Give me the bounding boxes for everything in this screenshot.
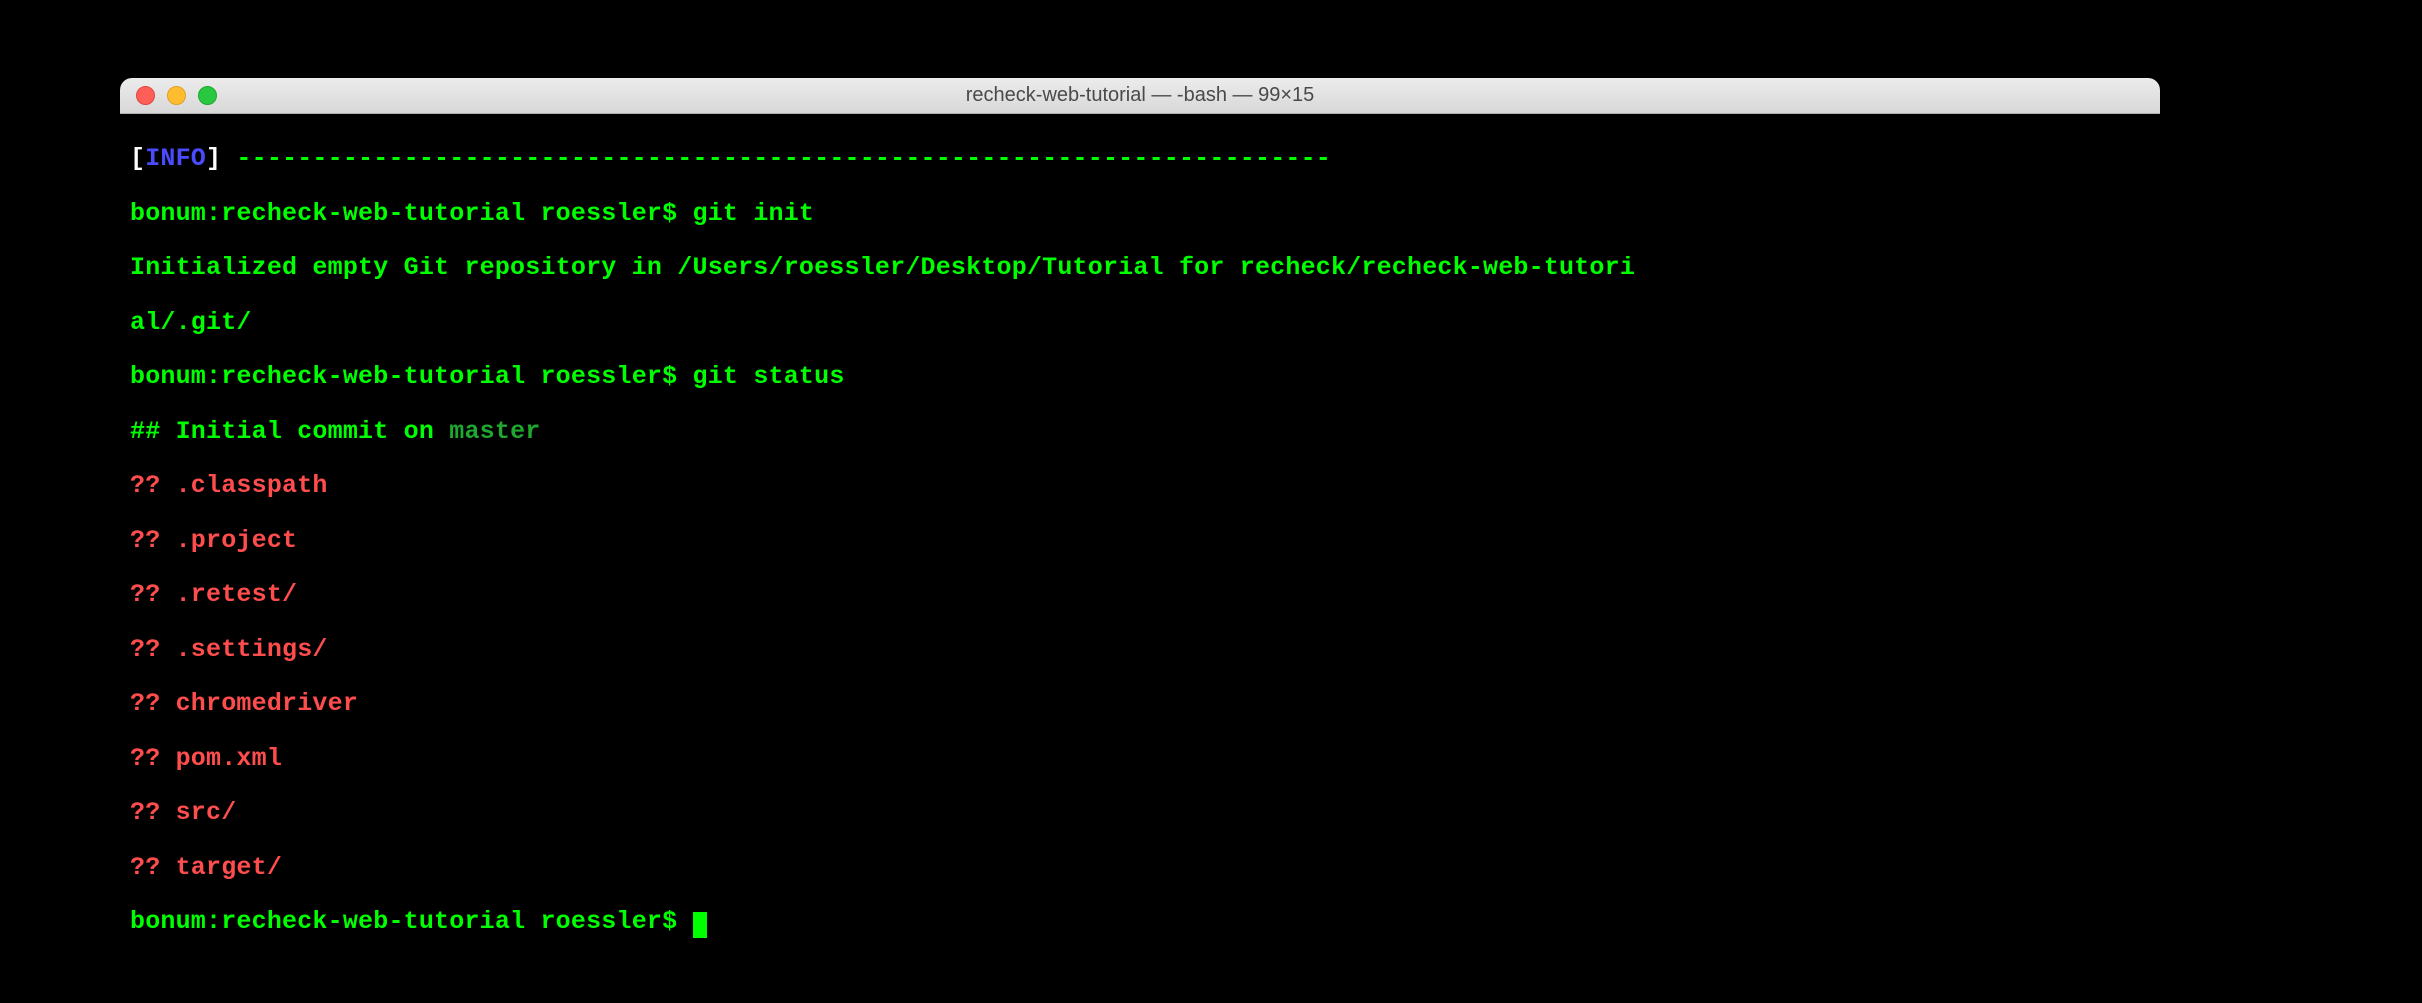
prompt-line-1: bonum:recheck-web-tutorial roessler$ git… <box>130 200 2150 227</box>
info-dashes: ----------------------------------------… <box>236 144 1331 173</box>
prompt-line-3: bonum:recheck-web-tutorial roessler$ <box>130 908 2150 936</box>
prompt-host: bonum <box>130 907 206 936</box>
info-line: [INFO] ---------------------------------… <box>130 145 2150 172</box>
untracked-file: src/ <box>176 798 237 827</box>
untracked-file: target/ <box>176 853 282 882</box>
prompt-symbol: $ <box>662 907 677 936</box>
untracked-file: .retest/ <box>176 580 298 609</box>
untracked-prefix: ?? <box>130 689 176 718</box>
output-init-1: Initialized empty Git repository in /Use… <box>130 254 2150 281</box>
untracked-file: pom.xml <box>176 744 282 773</box>
untracked-row: ?? .classpath <box>130 472 2150 499</box>
untracked-prefix: ?? <box>130 580 176 609</box>
bracket-close: ] <box>206 144 221 173</box>
status-branch: master <box>449 417 540 446</box>
untracked-prefix: ?? <box>130 798 176 827</box>
output-init-2: al/.git/ <box>130 309 2150 336</box>
terminal-window: recheck-web-tutorial — -bash — 99×15 [IN… <box>120 78 2160 1003</box>
untracked-row: ?? .settings/ <box>130 636 2150 663</box>
untracked-row: ?? .project <box>130 527 2150 554</box>
untracked-file: .settings/ <box>176 635 328 664</box>
untracked-prefix: ?? <box>130 526 176 555</box>
untracked-row: ?? .retest/ <box>130 581 2150 608</box>
terminal-body[interactable]: [INFO] ---------------------------------… <box>120 114 2160 1003</box>
prompt-dir: recheck-web-tutorial <box>221 362 525 391</box>
prompt-symbol: $ <box>662 199 677 228</box>
status-header-prefix: ## Initial commit on <box>130 417 449 446</box>
untracked-prefix: ?? <box>130 471 176 500</box>
command-git-init: git init <box>693 199 815 228</box>
zoom-icon[interactable] <box>198 86 217 105</box>
prompt-host: bonum <box>130 199 206 228</box>
prompt-dir: recheck-web-tutorial <box>221 907 525 936</box>
prompt-line-2: bonum:recheck-web-tutorial roessler$ git… <box>130 363 2150 390</box>
cursor-icon <box>693 912 707 938</box>
prompt-symbol: $ <box>662 362 677 391</box>
untracked-row: ?? target/ <box>130 854 2150 881</box>
untracked-prefix: ?? <box>130 744 176 773</box>
info-label: INFO <box>145 144 206 173</box>
untracked-file: .classpath <box>176 471 328 500</box>
untracked-file: .project <box>176 526 298 555</box>
status-header: ## Initial commit on master <box>130 418 2150 445</box>
untracked-file: chromedriver <box>176 689 358 718</box>
prompt-host: bonum <box>130 362 206 391</box>
prompt-user: roessler <box>540 199 662 228</box>
command-git-status: git status <box>693 362 845 391</box>
titlebar: recheck-web-tutorial — -bash — 99×15 <box>120 78 2160 114</box>
prompt-dir: recheck-web-tutorial <box>221 199 525 228</box>
traffic-lights <box>120 86 217 105</box>
prompt-user: roessler <box>540 362 662 391</box>
untracked-row: ?? chromedriver <box>130 690 2150 717</box>
prompt-user: roessler <box>540 907 662 936</box>
untracked-row: ?? src/ <box>130 799 2150 826</box>
minimize-icon[interactable] <box>167 86 186 105</box>
close-icon[interactable] <box>136 86 155 105</box>
untracked-prefix: ?? <box>130 635 176 664</box>
window-title: recheck-web-tutorial — -bash — 99×15 <box>120 84 2160 107</box>
untracked-prefix: ?? <box>130 853 176 882</box>
bracket-open: [ <box>130 144 145 173</box>
untracked-row: ?? pom.xml <box>130 745 2150 772</box>
